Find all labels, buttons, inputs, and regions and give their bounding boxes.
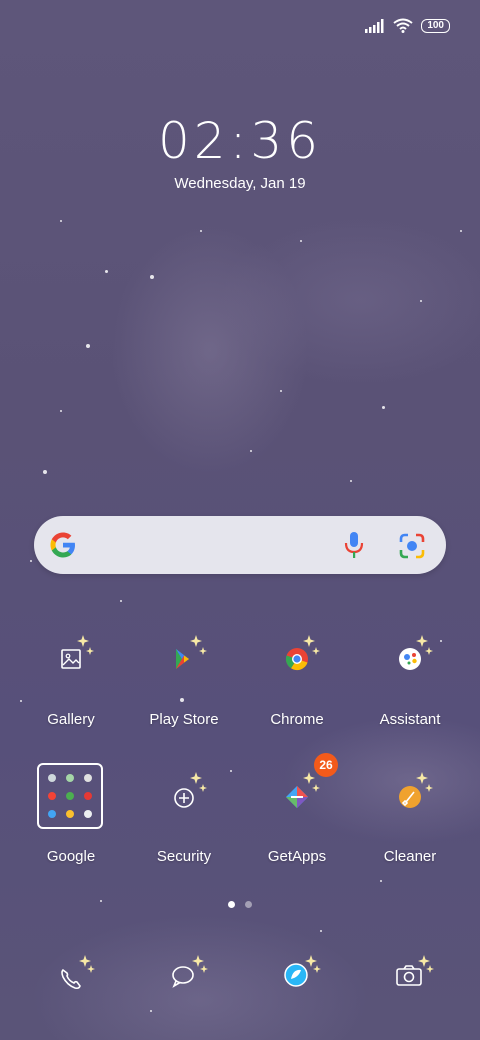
google-search-bar[interactable]	[34, 516, 446, 574]
app-label: GetApps	[267, 848, 327, 865]
lens-icon[interactable]	[398, 532, 426, 560]
clock-time[interactable]: 02:36	[0, 112, 480, 170]
phone-icon	[61, 955, 95, 990]
signal-icon	[365, 18, 384, 33]
mic-icon[interactable]	[342, 530, 366, 560]
camera-icon	[396, 955, 434, 986]
google-g-icon	[50, 532, 75, 558]
sparkle-icon	[416, 772, 433, 792]
page-indicator[interactable]	[228, 901, 252, 908]
app-chrome[interactable]: Chrome	[241, 635, 353, 753]
browser-icon	[284, 955, 321, 987]
sparkle-icon	[77, 635, 94, 655]
battery-indicator: 100	[421, 18, 450, 33]
messages-icon	[172, 955, 208, 988]
app-label: Assistant	[379, 711, 441, 728]
notification-badge: 26	[314, 753, 338, 777]
app-gallery[interactable]: Gallery	[15, 635, 127, 753]
app-label: Play Store	[149, 711, 219, 728]
status-bar: 100	[365, 18, 450, 33]
page-dot-active	[228, 901, 235, 908]
app-security[interactable]: Security	[128, 772, 240, 890]
dock-browser[interactable]	[271, 955, 331, 1005]
app-label: Cleaner	[383, 848, 437, 865]
app-label: Security	[156, 848, 212, 865]
app-label: Chrome	[270, 711, 324, 728]
sparkle-icon	[190, 772, 207, 792]
app-play-store[interactable]: Play Store	[128, 635, 240, 753]
dock-phone[interactable]	[45, 955, 105, 1005]
page-dot	[245, 901, 252, 908]
app-getapps[interactable]: GetApps	[241, 772, 353, 890]
wifi-icon	[393, 18, 413, 33]
sparkle-icon	[416, 635, 433, 655]
clock-date[interactable]: Wednesday, Jan 19	[0, 175, 480, 192]
sparkle-icon	[303, 635, 320, 655]
dock-camera[interactable]	[384, 955, 444, 1005]
app-label: Gallery	[47, 711, 95, 728]
app-assistant[interactable]: Assistant	[354, 635, 466, 753]
dock-messages[interactable]	[158, 955, 218, 1005]
sparkle-icon	[303, 772, 320, 792]
app-google[interactable]: Google	[15, 780, 127, 890]
app-cleaner[interactable]: Cleaner	[354, 772, 466, 890]
app-label: Google	[46, 848, 96, 865]
sparkle-icon	[190, 635, 207, 655]
